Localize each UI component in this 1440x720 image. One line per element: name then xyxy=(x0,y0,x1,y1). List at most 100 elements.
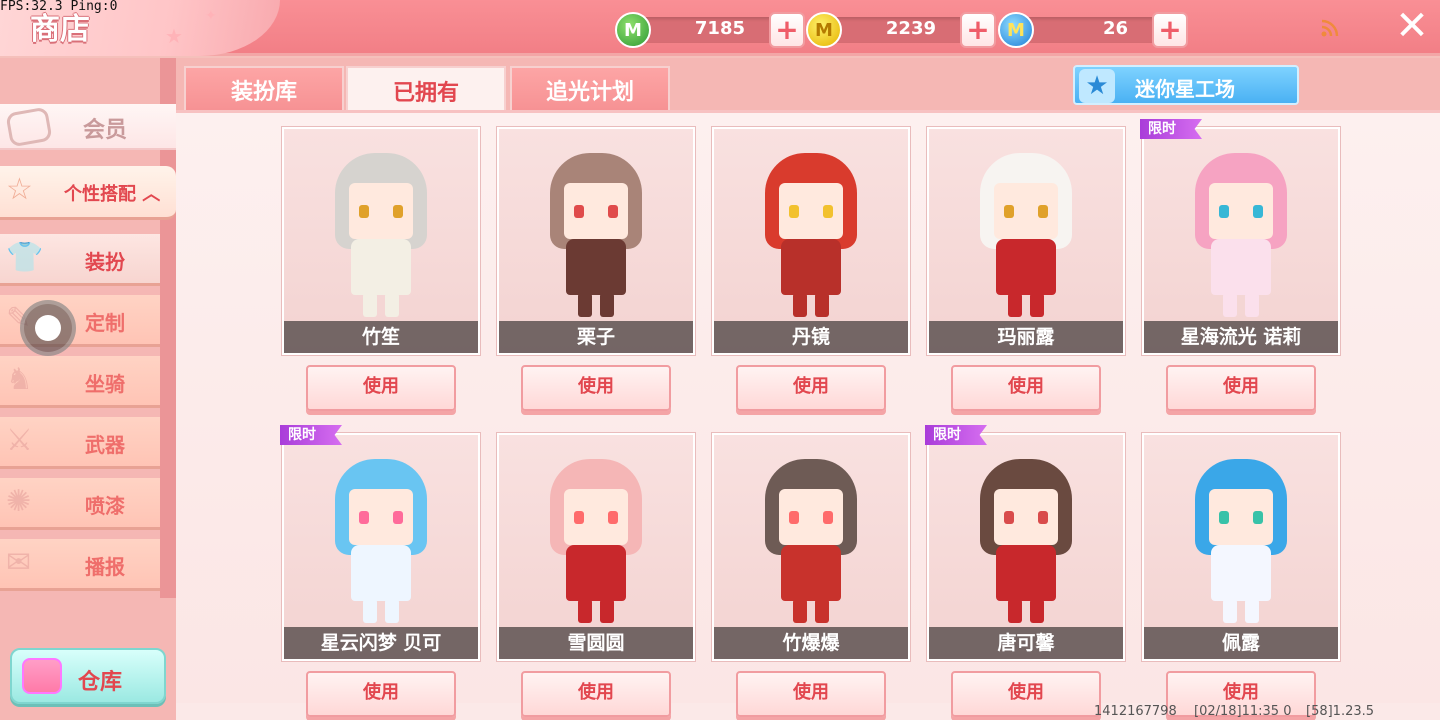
skin-preview xyxy=(499,129,693,321)
currency-gold-coin: M 2239 + xyxy=(806,12,996,48)
leg-shape xyxy=(600,293,614,317)
skin-card[interactable]: 限时 星海流光 诺莉 xyxy=(1140,119,1340,355)
skin-card[interactable]: 丹镜 xyxy=(712,127,910,355)
sidebar-item-weapon[interactable]: ⚔ 武器 xyxy=(0,417,160,469)
skin-grid: 竹笙 使用 栗子 使用 丹镜 使用 玛丽露 使用 限时 星海流光 诺莉 使用 限时 星云闪梦 贝可 使用雪… xyxy=(176,113,1440,717)
shirt-icon: 👕 xyxy=(6,240,44,275)
body-shape xyxy=(351,545,411,601)
skin-preview xyxy=(1144,435,1338,627)
skin-card[interactable]: 佩露 xyxy=(1142,433,1340,661)
use-button[interactable]: 使用 xyxy=(1166,365,1316,411)
skin-name: 竹爆爆 xyxy=(714,627,908,659)
skin-card[interactable]: 限时 星云闪梦 贝可 xyxy=(280,425,480,661)
star-icon: ☆ xyxy=(6,172,33,207)
floating-assist-button[interactable] xyxy=(20,300,76,356)
use-button[interactable]: 使用 xyxy=(736,671,886,717)
eye-shape xyxy=(1004,511,1014,524)
use-button[interactable]: 使用 xyxy=(951,365,1101,411)
star-decoration-icon: ★ xyxy=(165,24,183,48)
eye-shape xyxy=(393,205,403,218)
skin-card[interactable]: 限时 唐可馨 xyxy=(925,425,1125,661)
warehouse-label: 仓库 xyxy=(78,670,123,695)
leg-shape xyxy=(578,293,592,317)
sidebar-item-label: 喷漆 xyxy=(85,494,125,518)
skin-card[interactable]: 竹笙 xyxy=(282,127,480,355)
currency-blue-coin: M 26 + xyxy=(998,12,1188,48)
body-shape xyxy=(1211,239,1271,295)
eye-shape xyxy=(393,511,403,524)
skin-preview xyxy=(714,435,908,627)
skin-name: 丹镜 xyxy=(714,321,908,353)
rss-icon[interactable] xyxy=(1320,18,1340,38)
version: [58]1.23.5 xyxy=(1306,704,1375,719)
leg-shape xyxy=(363,599,377,623)
eye-shape xyxy=(823,205,833,218)
star-decoration-icon: ✦ xyxy=(205,8,217,24)
leg-shape xyxy=(1223,599,1237,623)
character-figure xyxy=(1181,153,1301,321)
add-gold-coin-button[interactable]: + xyxy=(960,12,996,48)
eye-shape xyxy=(1219,511,1229,524)
leg-shape xyxy=(1030,293,1044,317)
eye-shape xyxy=(789,511,799,524)
sidebar-item-spray[interactable]: ✺ 喷漆 xyxy=(0,478,160,530)
body-shape xyxy=(566,239,626,295)
leg-shape xyxy=(600,599,614,623)
close-icon[interactable]: ✕ xyxy=(1392,6,1432,46)
currency-amount: 7185 xyxy=(694,18,745,39)
skin-name: 星云闪梦 贝可 xyxy=(284,627,478,659)
currency-green-gem: M 7185 + xyxy=(615,12,805,48)
add-green-gem-button[interactable]: + xyxy=(769,12,805,48)
skin-name: 佩露 xyxy=(1144,627,1338,659)
body-shape xyxy=(351,239,411,295)
skin-card[interactable]: 栗子 xyxy=(497,127,695,355)
skin-grid-panel: 竹笙 使用 栗子 使用 丹镜 使用 玛丽露 使用 限时 星海流光 诺莉 使用 限时 星云闪梦 贝可 使用雪… xyxy=(176,110,1440,720)
use-button[interactable]: 使用 xyxy=(306,365,456,411)
skin-name: 玛丽露 xyxy=(929,321,1123,353)
tab-outfit-library[interactable]: 装扮库 xyxy=(184,66,344,112)
leg-shape xyxy=(363,293,377,317)
user-id: 1412167798 xyxy=(1094,704,1177,719)
leg-shape xyxy=(385,293,399,317)
character-figure xyxy=(751,459,871,627)
skin-name: 唐可馨 xyxy=(929,627,1123,659)
spray-icon: ✺ xyxy=(6,484,32,519)
use-button[interactable]: 使用 xyxy=(951,671,1101,717)
sidebar-item-outfit[interactable]: 👕 装扮 xyxy=(0,234,160,286)
leg-shape xyxy=(1030,599,1044,623)
tab-light-chase-plan[interactable]: 追光计划 xyxy=(510,66,670,112)
use-button[interactable]: 使用 xyxy=(736,365,886,411)
skin-preview xyxy=(284,129,478,321)
eye-shape xyxy=(823,511,833,524)
mini-workshop-button[interactable]: ★ 迷你星工场 xyxy=(1073,65,1299,105)
skin-name: 雪圆圆 xyxy=(499,627,693,659)
use-button[interactable]: 使用 xyxy=(521,365,671,411)
add-blue-coin-button[interactable]: + xyxy=(1152,12,1188,48)
sidebar-item-label: 播报 xyxy=(85,555,125,579)
eye-shape xyxy=(1004,205,1014,218)
skin-card[interactable]: 玛丽露 xyxy=(927,127,1125,355)
sidebar-group-label: 个性搭配 ︿ xyxy=(64,180,160,206)
sidebar-item-member[interactable]: 会员 xyxy=(0,104,176,150)
skin-card[interactable]: 竹爆爆 xyxy=(712,433,910,661)
skin-preview xyxy=(1144,129,1338,321)
skin-preview xyxy=(284,435,478,627)
skin-name: 星海流光 诺莉 xyxy=(1144,321,1338,353)
tab-owned[interactable]: 已拥有 xyxy=(346,66,506,114)
leg-shape xyxy=(793,293,807,317)
leg-shape xyxy=(385,599,399,623)
sidebar-item-broadcast[interactable]: ✉ 播报 xyxy=(0,539,160,591)
use-button[interactable]: 使用 xyxy=(306,671,456,717)
sidebar-item-mount[interactable]: ♞ 坐骑 xyxy=(0,356,160,408)
sidebar-group-personal-style[interactable]: ☆ 个性搭配 ︿ xyxy=(0,166,176,220)
character-figure xyxy=(536,153,656,321)
mount-icon: ♞ xyxy=(6,362,33,397)
gun-icon: ⚔ xyxy=(6,423,33,458)
leg-shape xyxy=(1245,599,1259,623)
use-button[interactable]: 使用 xyxy=(521,671,671,717)
group-label-text: 个性搭配 xyxy=(64,184,136,205)
body-shape xyxy=(996,545,1056,601)
warehouse-button[interactable]: 仓库 xyxy=(10,648,166,704)
star-icon: ★ xyxy=(1079,69,1115,103)
skin-card[interactable]: 雪圆圆 xyxy=(497,433,695,661)
